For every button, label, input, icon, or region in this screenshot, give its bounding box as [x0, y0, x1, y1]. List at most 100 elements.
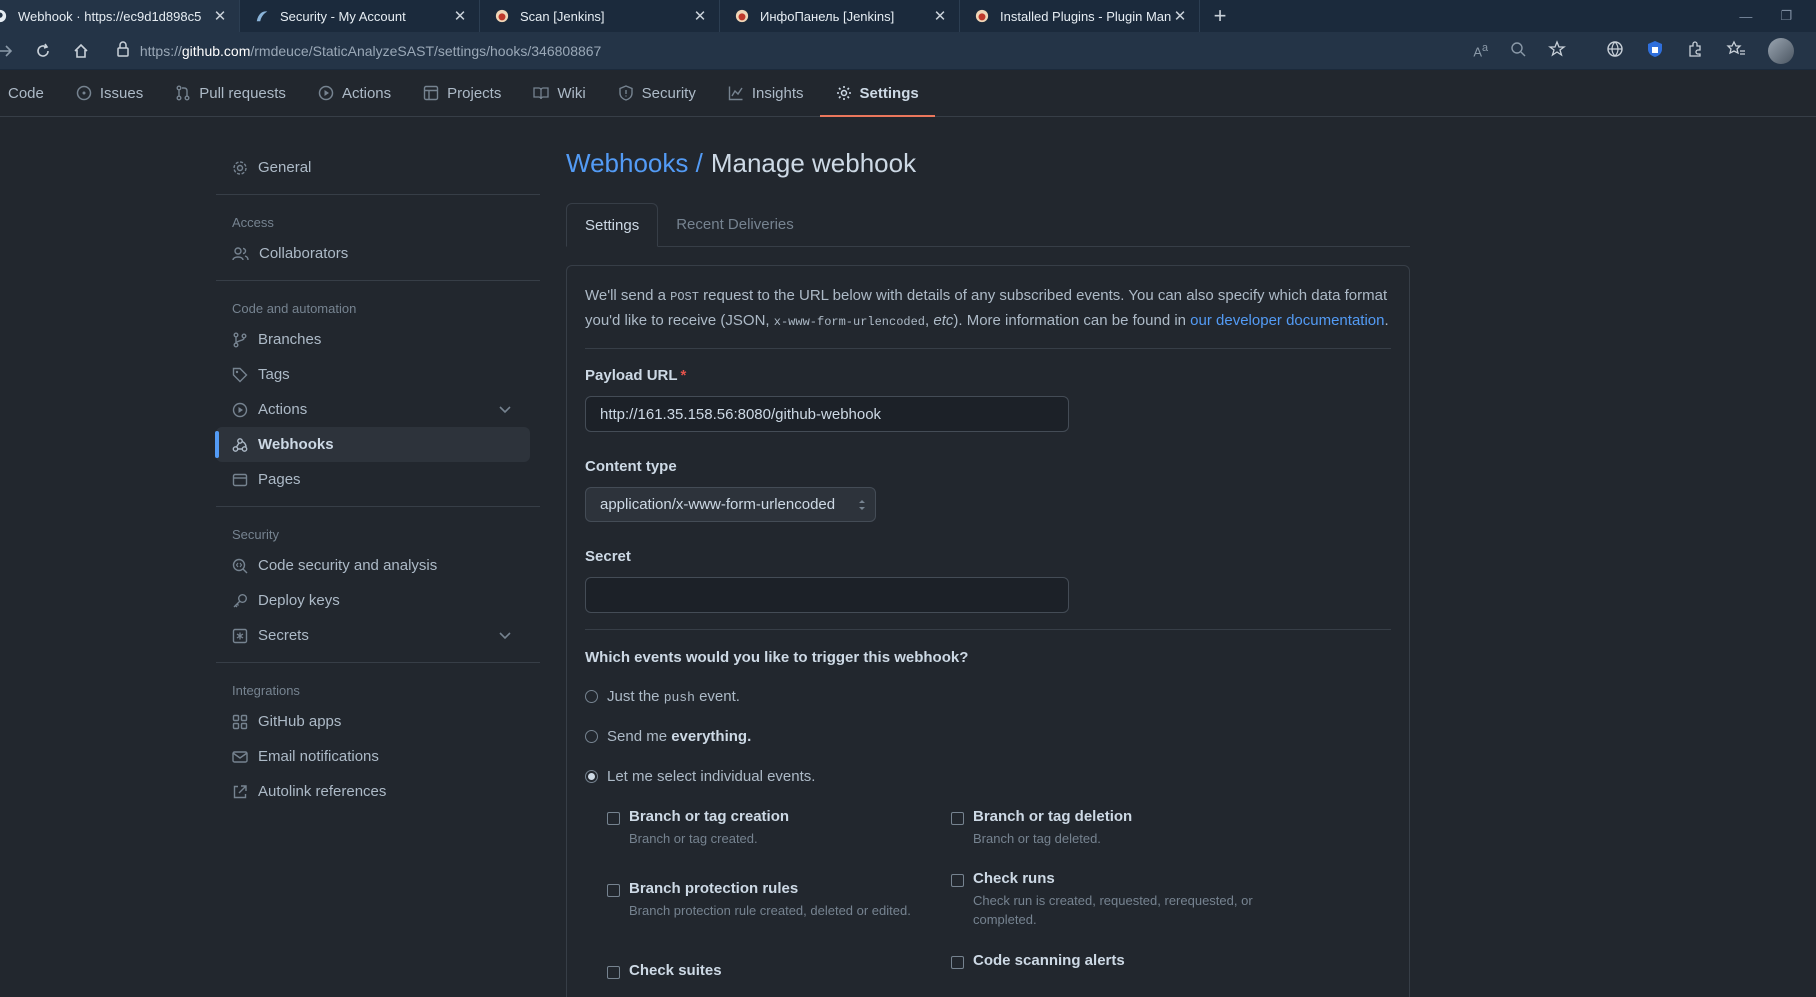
url-text: https://github.com/rmdeuce/StaticAnalyze…	[139, 42, 602, 59]
globe-icon[interactable]	[1606, 40, 1624, 61]
browser-tab-strip: Webhook · https://ec9d1d898c5 ✕ Security…	[0, 0, 1816, 32]
repo-tab-insights[interactable]: Insights	[712, 70, 820, 116]
browser-tab-security[interactable]: Security - My Account ✕	[240, 0, 480, 32]
sidebar-item-github-apps[interactable]: GitHub apps	[216, 704, 540, 739]
webhook-form: We'll send a POST request to the URL bel…	[566, 265, 1410, 997]
close-icon[interactable]: ✕	[931, 7, 949, 25]
close-icon[interactable]: ✕	[451, 7, 469, 25]
event-code-scanning-alerts[interactable]: Code scanning alerts	[951, 952, 1281, 969]
favorites-icon[interactable]	[1726, 40, 1746, 61]
repo-tab-actions[interactable]: Actions	[302, 70, 407, 116]
shield-extension-icon[interactable]	[1646, 40, 1664, 61]
table-icon	[423, 85, 439, 101]
radio-button-selected[interactable]	[585, 769, 598, 783]
browser-tab-webhook[interactable]: Webhook · https://ec9d1d898c5 ✕	[0, 0, 240, 32]
sidebar-item-autolink[interactable]: Autolink references	[216, 774, 540, 809]
checkbox[interactable]	[607, 966, 620, 979]
event-branch-tag-deletion[interactable]: Branch or tag deletion Branch or tag del…	[951, 808, 1281, 848]
tab-settings[interactable]: Settings	[566, 203, 659, 247]
repo-tab-pull-requests[interactable]: Pull requests	[159, 70, 302, 116]
browser-tab-scan-jenkins[interactable]: Scan [Jenkins] ✕	[480, 0, 720, 32]
favorite-star-icon[interactable]	[1548, 40, 1566, 61]
new-tab-button[interactable]: +	[1200, 0, 1240, 32]
profile-avatar[interactable]	[1768, 37, 1795, 64]
browser-tab-installed-plugins[interactable]: Installed Plugins - Plugin Manag ✕	[960, 0, 1200, 32]
zoom-icon[interactable]	[1510, 41, 1526, 60]
content-type-label: Content type	[585, 458, 677, 475]
book-icon	[533, 87, 549, 100]
repo-tab-code[interactable]: Code	[0, 70, 60, 116]
url-field[interactable]: https://github.com/rmdeuce/StaticAnalyze…	[108, 37, 1473, 65]
radio-select-individual[interactable]: Let me select individual events.	[585, 766, 1391, 786]
webhook-icon	[232, 437, 248, 452]
sidebar-item-webhooks[interactable]: Webhooks	[215, 427, 530, 462]
select-arrows-icon	[859, 500, 865, 510]
lock-icon[interactable]	[116, 41, 130, 60]
page-title: Webhooks / Manage webhook	[566, 145, 1410, 181]
event-check-runs[interactable]: Check runs Check run is created, request…	[951, 870, 1261, 929]
chevron-down-icon[interactable]	[498, 402, 512, 416]
breadcrumb-webhooks[interactable]: Webhooks /	[566, 148, 703, 179]
sidebar-item-branches[interactable]: Branches	[216, 322, 540, 357]
close-icon[interactable]: ✕	[691, 7, 709, 25]
sidebar-item-tags[interactable]: Tags	[216, 357, 540, 392]
browser-toolbar: Aa	[1473, 37, 1816, 64]
repo-tab-projects[interactable]: Projects	[407, 70, 517, 116]
reload-icon[interactable]	[24, 42, 62, 60]
repo-tab-settings[interactable]: Settings	[819, 70, 935, 117]
repo-tab-wiki[interactable]: Wiki	[517, 70, 601, 116]
tab-recent-deliveries[interactable]: Recent Deliveries	[658, 202, 812, 246]
sidebar-heading-security: Security	[232, 527, 279, 542]
read-aloud-icon[interactable]: Aa	[1473, 42, 1488, 59]
home-icon[interactable]	[62, 42, 100, 60]
forward-icon[interactable]	[0, 43, 14, 59]
radio-just-push[interactable]: Just the push event.	[585, 686, 1391, 706]
secret-label: Secret	[585, 548, 631, 565]
checkbox[interactable]	[951, 956, 964, 969]
tag-icon	[232, 367, 248, 382]
shield-icon	[618, 85, 633, 101]
close-icon[interactable]: ✕	[1171, 7, 1189, 25]
asterisk-box-icon	[232, 628, 248, 643]
radio-button[interactable]	[585, 729, 598, 743]
extensions-icon[interactable]	[1686, 40, 1704, 61]
sidebar-item-collaborators[interactable]: Collaborators	[216, 236, 540, 271]
developer-docs-link[interactable]: our developer documentation	[1190, 312, 1384, 329]
minimize-icon[interactable]: —	[1739, 9, 1752, 24]
checkbox[interactable]	[951, 812, 964, 825]
event-branch-tag-creation[interactable]: Branch or tag creation Branch or tag cre…	[607, 808, 937, 848]
event-branch-protection-rules[interactable]: Branch protection rules Branch protectio…	[607, 880, 937, 920]
content-type-select[interactable]: application/x-www-form-urlencoded	[585, 487, 876, 522]
sidebar-item-general[interactable]: General	[216, 150, 540, 185]
sidebar-divider	[216, 506, 540, 507]
jenkins-icon	[494, 8, 510, 24]
sidebar-item-pages[interactable]: Pages	[216, 462, 540, 497]
event-check-suites[interactable]: Check suites	[607, 962, 937, 979]
radio-button[interactable]	[585, 689, 598, 703]
chevron-down-icon[interactable]	[498, 628, 512, 642]
repo-tab-issues[interactable]: Issues	[60, 70, 159, 116]
page-title-text: Manage webhook	[710, 147, 917, 178]
checkbox[interactable]	[607, 884, 620, 897]
sidebar-item-code-security[interactable]: Code security and analysis	[216, 548, 540, 583]
repo-tab-security[interactable]: Security	[602, 70, 712, 116]
gear-icon	[233, 160, 247, 175]
secret-input[interactable]	[585, 577, 1069, 613]
intro-text: We'll send a POST request to the URL bel…	[585, 287, 1389, 329]
checkbox[interactable]	[951, 874, 964, 887]
main-content: Webhooks / Manage webhook Settings Recen…	[566, 145, 1410, 997]
close-icon[interactable]: ✕	[211, 7, 229, 25]
checkbox[interactable]	[607, 812, 620, 825]
sidebar-item-actions[interactable]: Actions	[216, 392, 540, 427]
divider	[585, 629, 1391, 630]
sidebar-item-email-notifications[interactable]: Email notifications	[216, 739, 540, 774]
restore-icon[interactable]: ❐	[1780, 8, 1792, 24]
payload-url-input[interactable]: http://161.35.158.56:8080/github-webhook	[585, 396, 1069, 432]
sidebar-divider	[216, 194, 540, 195]
sidebar-heading-code-automation: Code and automation	[232, 301, 357, 316]
sidebar-item-deploy-keys[interactable]: Deploy keys	[216, 583, 540, 618]
people-icon	[232, 246, 249, 260]
radio-send-everything[interactable]: Send me everything.	[585, 726, 1391, 746]
browser-tab-infopanel-jenkins[interactable]: ИнфоПанель [Jenkins] ✕	[720, 0, 960, 32]
sidebar-item-secrets[interactable]: Secrets	[216, 618, 540, 653]
